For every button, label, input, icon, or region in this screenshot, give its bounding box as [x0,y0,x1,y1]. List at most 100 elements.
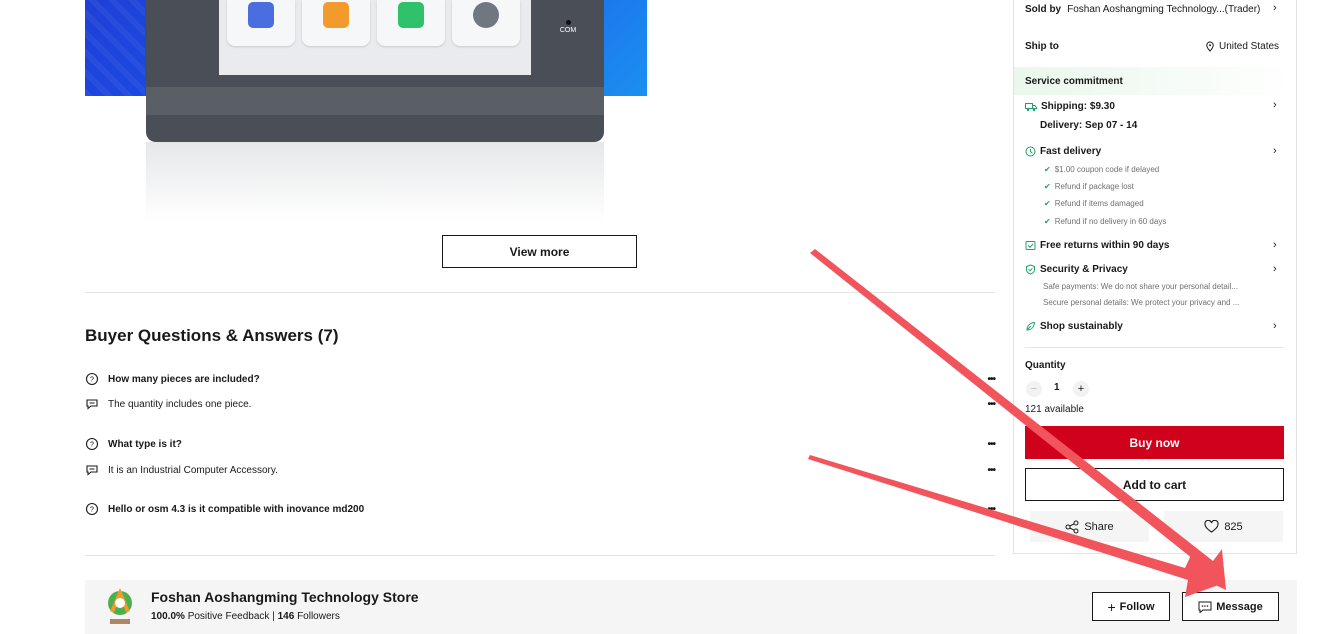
product-image-device: COM [146,0,604,142]
ship-to-text: Ship to [1025,41,1059,52]
sustainably-text: Shop sustainably [1040,321,1123,332]
ship-to-label: Ship to [1025,41,1059,52]
answer-text: The quantity includes one piece. [108,398,252,410]
security-row[interactable]: Security & Privacy [1025,264,1128,275]
check-icon: ✔ [1044,217,1051,226]
fast-bullet-text: $1.00 coupon code if delayed [1054,165,1160,174]
sustainably-row[interactable]: Shop sustainably [1025,321,1123,332]
return-icon [1025,241,1036,250]
share-icon [1065,520,1079,533]
qa-answer: It is an Industrial Computer Accessory. … [85,460,996,480]
meta-separator: | [272,611,275,622]
fast-bullet-text: Refund if no delivery in 60 days [1054,217,1167,226]
quantity-label: Quantity [1025,360,1066,371]
ship-to-value[interactable]: United States [1205,41,1279,52]
chevron-right-icon[interactable]: › [1273,2,1277,14]
share-button[interactable]: Share [1030,511,1149,542]
sold-by-row[interactable]: Sold by Foshan Aoshangming Technology...… [1025,4,1260,15]
divider [85,292,995,293]
shield-icon [1026,264,1035,275]
qa-answer: The quantity includes one piece. ••• [85,394,996,414]
security-line: Safe payments: We do not share your pers… [1043,282,1239,291]
answer-icon [86,399,98,410]
app-blue-icon [248,2,274,28]
security-line: Secure personal details: We protect your… [1043,298,1240,307]
qa-question[interactable]: ? How many pieces are included? ••• [85,369,996,389]
follow-button[interactable]: + Follow [1092,592,1170,621]
positive-feedback-value: 100.0% [151,611,185,622]
shipping-row[interactable]: Shipping: $9.30 [1025,101,1115,112]
quantity-value[interactable]: 1 [1054,382,1060,393]
message-button[interactable]: Message [1182,592,1279,621]
buy-now-button[interactable]: Buy now [1025,426,1284,459]
fast-bullet: ✔ Refund if package lost [1044,182,1134,191]
svg-text:?: ? [90,377,94,384]
fast-bullet: ✔ Refund if no delivery in 60 days [1044,217,1166,226]
answer-text: It is an Industrial Computer Accessory. [108,464,278,476]
fast-delivery-row[interactable]: Fast delivery [1025,146,1101,157]
product-image-reflection [146,142,604,222]
app-orange-icon [323,2,349,28]
more-icon[interactable]: ••• [981,465,996,476]
chevron-right-icon[interactable]: › [1273,263,1277,275]
more-icon[interactable]: ••• [981,504,996,515]
chevron-right-icon[interactable]: › [1273,239,1277,251]
app-green-icon [398,2,424,28]
quantity-minus-button[interactable]: − [1026,381,1042,397]
message-label: Message [1216,600,1263,613]
answer-icon [86,465,98,476]
com-port-label: COM [556,20,580,34]
check-icon: ✔ [1044,199,1051,208]
chevron-right-icon[interactable]: › [1273,99,1277,111]
fast-delivery-text: Fast delivery [1040,146,1102,157]
add-to-cart-button[interactable]: Add to cart [1025,468,1284,501]
app-tile [227,0,295,46]
chevron-right-icon[interactable]: › [1273,145,1277,157]
available-text: 121 available [1025,404,1084,415]
svg-text:?: ? [90,507,94,514]
leaf-icon [1026,321,1036,331]
free-returns-text: Free returns within 90 days [1040,240,1170,251]
device-bezel-bar [146,87,604,115]
view-more-button[interactable]: View more [442,235,637,268]
qa-question[interactable]: ? What type is it? ••• [85,434,996,454]
followers-value: 146 [277,611,295,622]
sold-by-value[interactable]: Foshan Aoshangming Technology...(Trader) [1067,4,1260,15]
wishlist-count: 825 [1224,520,1243,533]
question-icon: ? [85,437,99,451]
more-icon[interactable]: ••• [981,399,996,410]
question-text: Hello or osm 4.3 is it compatible with i… [108,503,365,515]
fast-bullet-text: Refund if items damaged [1054,199,1144,208]
wishlist-button[interactable]: 825 [1164,511,1283,542]
ship-to-country: United States [1219,41,1280,52]
qa-question[interactable]: ? Hello or osm 4.3 is it compatible with… [85,499,996,519]
store-name[interactable]: Foshan Aoshangming Technology Store [151,589,419,605]
free-returns-row[interactable]: Free returns within 90 days [1025,240,1170,251]
app-tile [377,0,445,46]
security-text: Security & Privacy [1040,264,1128,275]
service-title: Service commitment [1025,76,1123,87]
question-icon: ? [85,502,99,516]
check-icon: ✔ [1044,182,1051,191]
clock-icon [1025,146,1036,157]
app-grey-icon [473,2,499,28]
fast-bullet: ✔ $1.00 coupon code if delayed [1044,165,1159,174]
question-text: What type is it? [108,438,182,450]
svg-text:?: ? [90,442,94,449]
plus-icon: + [1107,598,1116,615]
page: COM View more Buyer Questions & Answers … [0,0,1325,634]
truck-icon [1025,102,1037,111]
store-meta: 100.0% Positive Feedback | 146 Followers [151,611,340,622]
follow-label: Follow [1119,600,1155,613]
question-text: How many pieces are included? [108,373,260,385]
more-icon[interactable]: ••• [981,439,996,450]
store-logo-icon[interactable] [104,588,136,626]
divider [1025,347,1284,348]
chevron-right-icon[interactable]: › [1273,320,1277,332]
check-icon: ✔ [1044,165,1051,174]
positive-feedback-label: Positive Feedback [187,611,270,622]
message-icon [1198,601,1212,613]
more-icon[interactable]: ••• [981,374,996,385]
share-label: Share [1084,520,1114,533]
quantity-plus-button[interactable]: + [1073,381,1089,397]
